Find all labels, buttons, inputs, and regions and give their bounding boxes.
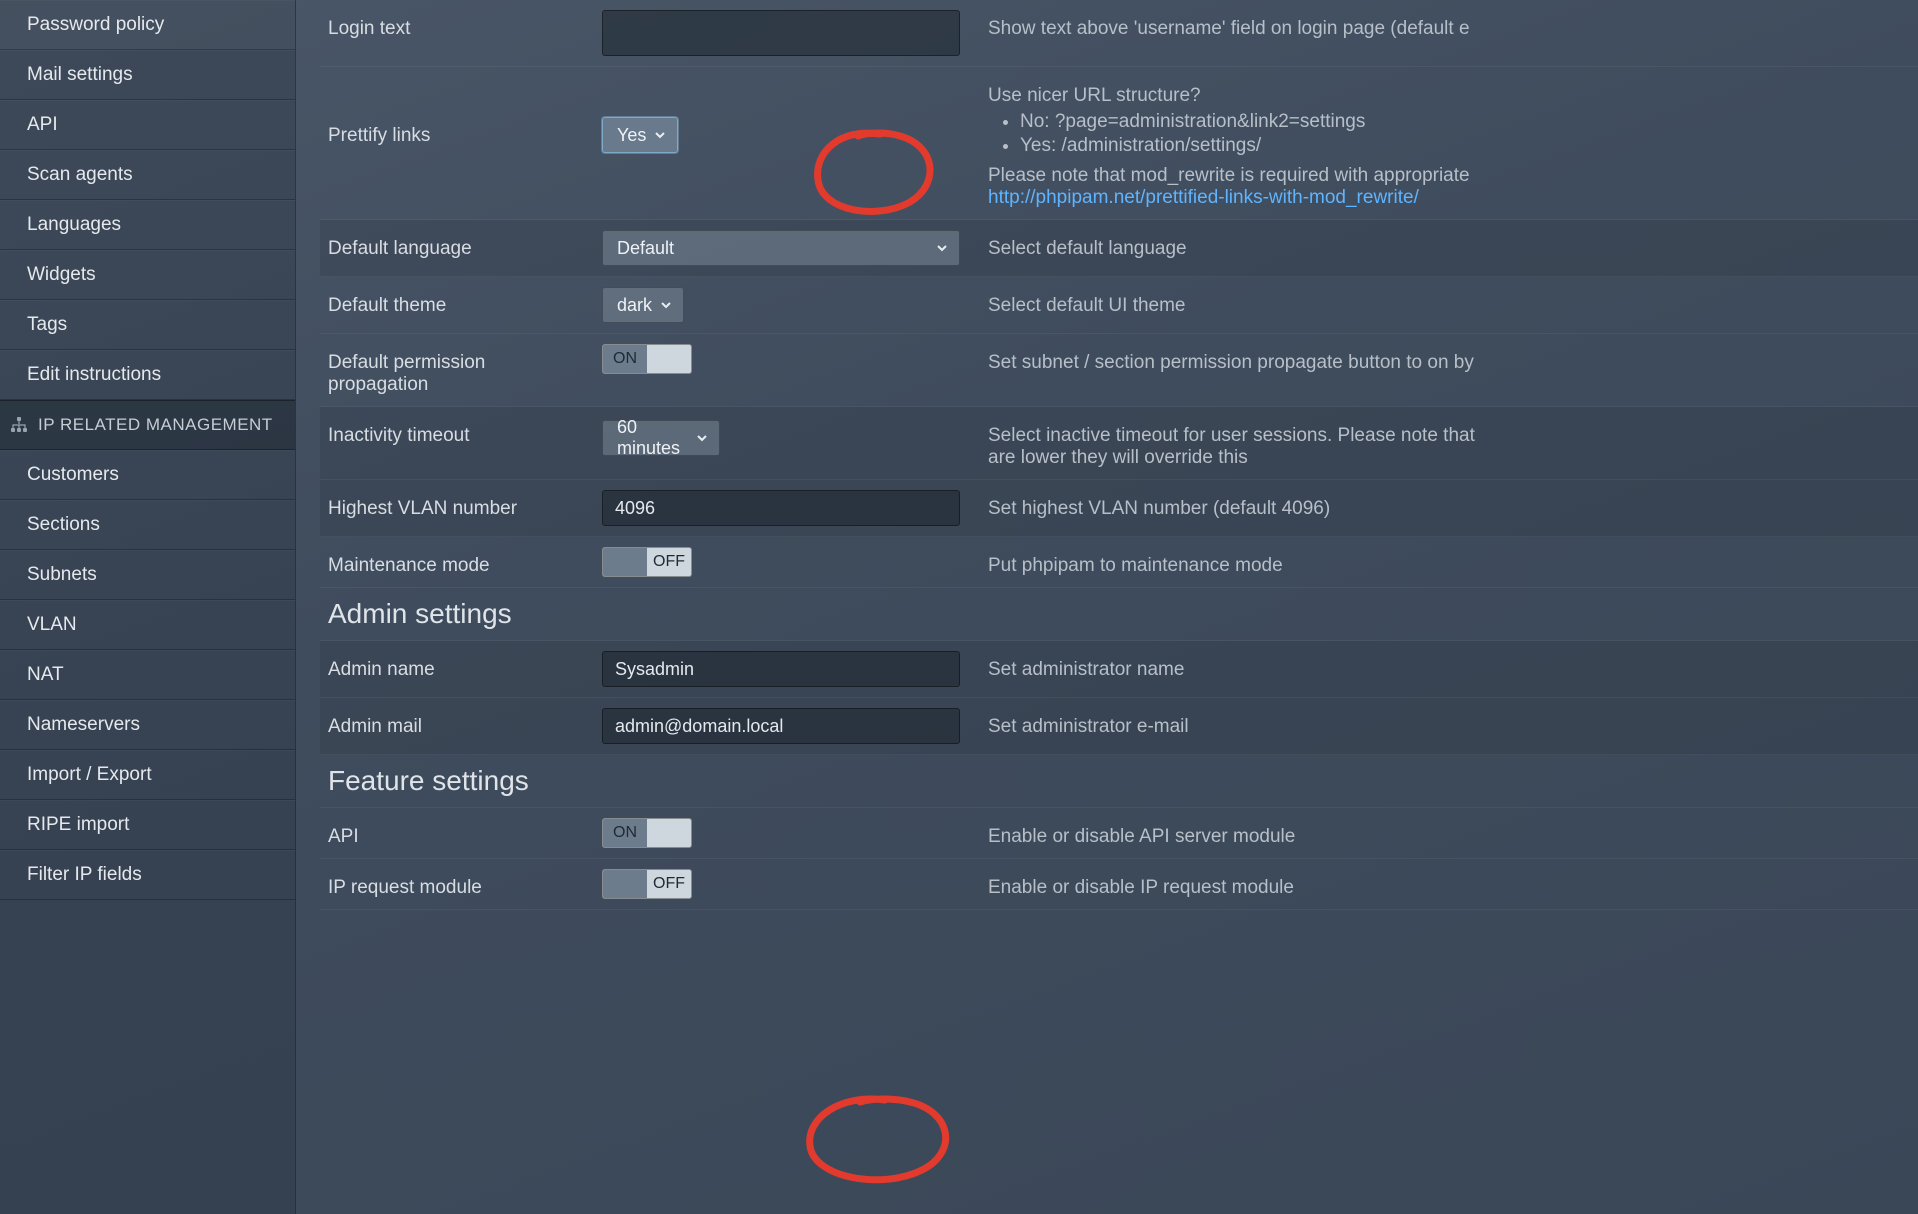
sidebar-item-ripe-import[interactable]: RIPE import [0, 800, 295, 850]
toggle-knob [603, 548, 647, 576]
sidebar-item-label: VLAN [27, 614, 77, 636]
select-value: dark [617, 295, 652, 316]
section-title-admin: Admin settings [320, 588, 1918, 641]
desc-admin-mail: Set administrator e-mail [974, 698, 1918, 755]
settings-panel: Login text Show text above 'username' fi… [295, 0, 1918, 910]
select-value: Default [617, 238, 674, 259]
label-highest-vlan: Highest VLAN number [320, 480, 594, 537]
sidebar-item-scan-agents[interactable]: Scan agents [0, 150, 295, 200]
sidebar-item-label: Import / Export [27, 764, 152, 786]
toggle-label: ON [603, 345, 647, 373]
sidebar-item-password-policy[interactable]: Password policy [0, 0, 295, 50]
toggle-label: OFF [647, 870, 691, 898]
sidebar-section-label: IP RELATED MANAGEMENT [38, 415, 273, 435]
desc-api: Enable or disable API server module [974, 808, 1918, 859]
sidebar-item-label: Password policy [27, 14, 164, 36]
desc-maintenance: Put phpipam to maintenance mode [974, 537, 1918, 588]
desc-login-text: Show text above 'username' field on logi… [974, 0, 1918, 67]
label-ip-request: IP request module [320, 859, 594, 910]
chevron-down-icon [935, 241, 949, 255]
desc-ip-request: Enable or disable IP request module [974, 859, 1918, 910]
select-value: 60 minutes [617, 417, 695, 459]
chevron-down-icon [653, 128, 667, 142]
desc-default-language: Select default language [974, 220, 1918, 277]
label-perm-propagation: Default permission propagation [320, 334, 594, 407]
select-default-theme[interactable]: dark [602, 287, 684, 323]
chevron-down-icon [695, 431, 709, 445]
sidebar-item-nameservers[interactable]: Nameservers [0, 700, 295, 750]
input-highest-vlan[interactable] [602, 490, 960, 526]
label-maintenance: Maintenance mode [320, 537, 594, 588]
desc-inactivity: Select inactive timeout for user session… [974, 407, 1918, 480]
label-inactivity: Inactivity timeout [320, 407, 594, 480]
label-default-theme: Default theme [320, 277, 594, 334]
chevron-down-icon [659, 298, 673, 312]
sidebar-item-mail-settings[interactable]: Mail settings [0, 50, 295, 100]
toggle-api[interactable]: ON [602, 818, 692, 848]
select-prettify-links[interactable]: Yes [602, 117, 678, 153]
sidebar-item-label: Languages [27, 214, 121, 236]
sidebar-item-label: NAT [27, 664, 64, 686]
annotation-circle-api [790, 1090, 970, 1190]
sidebar-item-edit-instructions[interactable]: Edit instructions [0, 350, 295, 400]
sidebar-item-label: Mail settings [27, 64, 133, 86]
toggle-maintenance[interactable]: OFF [602, 547, 692, 577]
sidebar-item-languages[interactable]: Languages [0, 200, 295, 250]
label-admin-name: Admin name [320, 641, 594, 698]
sidebar-item-label: API [27, 114, 58, 136]
sidebar-item-label: RIPE import [27, 814, 129, 836]
sidebar-item-label: Widgets [27, 264, 96, 286]
toggle-perm-propagation[interactable]: ON [602, 344, 692, 374]
sidebar-item-filter-ip-fields[interactable]: Filter IP fields [0, 850, 295, 900]
desc-prettify-links: Use nicer URL structure? No: ?page=admin… [974, 67, 1918, 220]
label-default-language: Default language [320, 220, 594, 277]
select-inactivity[interactable]: 60 minutes [602, 420, 720, 456]
input-admin-mail[interactable] [602, 708, 960, 744]
input-admin-name[interactable] [602, 651, 960, 687]
sidebar-item-label: Scan agents [27, 164, 133, 186]
desc-highest-vlan: Set highest VLAN number (default 4096) [974, 480, 1918, 537]
desc-admin-name: Set administrator name [974, 641, 1918, 698]
sidebar-item-label: Filter IP fields [27, 864, 142, 886]
sidebar-item-label: Customers [27, 464, 119, 486]
input-login-text[interactable] [602, 10, 960, 56]
select-default-language[interactable]: Default [602, 230, 960, 266]
select-value: Yes [617, 125, 646, 146]
sidebar-item-customers[interactable]: Customers [0, 450, 295, 500]
sidebar-item-api[interactable]: API [0, 100, 295, 150]
link-prettify-docs[interactable]: http://phpipam.net/prettified-links-with… [988, 187, 1419, 208]
desc-default-theme: Select default UI theme [974, 277, 1918, 334]
sidebar: Password policy Mail settings API Scan a… [0, 0, 296, 1214]
sidebar-item-sections[interactable]: Sections [0, 500, 295, 550]
sidebar-item-label: Sections [27, 514, 100, 536]
sidebar-section-ip-management: IP RELATED MANAGEMENT [0, 400, 295, 450]
label-admin-mail: Admin mail [320, 698, 594, 755]
label-api: API [320, 808, 594, 859]
section-title-features: Feature settings [320, 755, 1918, 808]
sidebar-item-label: Tags [27, 314, 67, 336]
sidebar-item-label: Subnets [27, 564, 97, 586]
toggle-knob [603, 870, 647, 898]
toggle-ip-request[interactable]: OFF [602, 869, 692, 899]
sidebar-item-import-export[interactable]: Import / Export [0, 750, 295, 800]
sidebar-item-subnets[interactable]: Subnets [0, 550, 295, 600]
sidebar-item-label: Edit instructions [27, 364, 161, 386]
sitemap-icon [10, 416, 28, 434]
label-login-text: Login text [320, 0, 594, 67]
sidebar-item-vlan[interactable]: VLAN [0, 600, 295, 650]
toggle-label: OFF [647, 548, 691, 576]
sidebar-item-tags[interactable]: Tags [0, 300, 295, 350]
sidebar-item-nat[interactable]: NAT [0, 650, 295, 700]
sidebar-item-label: Nameservers [27, 714, 140, 736]
toggle-label: ON [603, 819, 647, 847]
sidebar-item-widgets[interactable]: Widgets [0, 250, 295, 300]
label-prettify-links: Prettify links [320, 67, 594, 220]
desc-perm-propagation: Set subnet / section permission propagat… [974, 334, 1918, 407]
